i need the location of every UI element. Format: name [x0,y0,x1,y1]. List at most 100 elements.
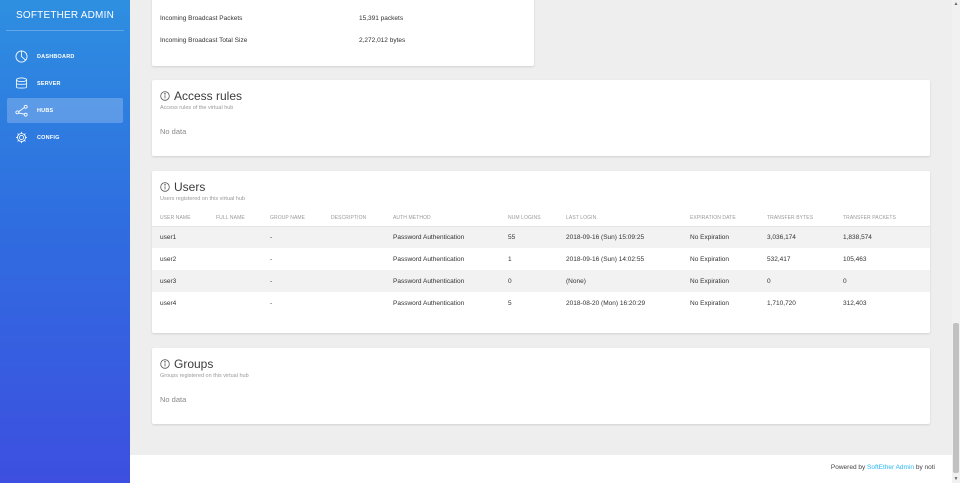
cell [208,292,262,314]
cell: 1 [508,255,512,263]
access-rules-title: Access rules [174,89,243,103]
info-icon [160,182,170,192]
groups-empty: No data [160,395,187,404]
access-rules-empty: No data [160,127,187,136]
share-icon [15,104,28,117]
sidebar-item-label: HUBS [37,107,54,114]
sidebar-item-hubs[interactable]: HUBS [7,98,123,123]
col-header[interactable]: EXPIRATION DATE [682,211,759,227]
table-row[interactable]: user1 - Password Authentication 55 2018-… [152,226,930,248]
cell: Password Authentication [385,226,500,248]
col-header[interactable]: NUM LOGINS [500,211,558,227]
users-table-header: USER NAME FULL NAME GROUP NAME DESCRIPTI… [152,211,930,227]
users-subtitle: Users registered on this virtual hub [160,196,245,202]
cell: 2018-08-20 (Mon) 16:20:29 [566,299,646,307]
col-header[interactable]: TRANSFER BYTES [759,211,835,227]
cell: 2018-09-16 (Sun) 14:02:55 [566,255,645,263]
col-header[interactable]: GROUP NAME [262,211,323,227]
stat-key: Incoming Broadcast Packets [160,14,243,22]
access-rules-subtitle: Access rules of the virtual hub [160,105,234,111]
cell: No Expiration [690,255,730,263]
cell: 0 [835,270,930,292]
sidebar: SOFTETHER ADMIN DASHBOARD SERVER HUBS CO… [0,0,130,483]
cell: No Expiration [682,226,759,248]
users-table: USER NAME FULL NAME GROUP NAME DESCRIPTI… [152,211,930,314]
card-title: Users [160,180,922,194]
database-icon [15,77,28,89]
cell: No Expiration [682,270,759,292]
stat-value: 15,391 packets [359,14,404,22]
col-header[interactable]: USER NAME [152,211,208,227]
cell: 1,710,720 [767,299,796,307]
access-rules-card: Access rules Access rules of the virtual… [152,80,930,156]
cell: 3,036,174 [759,226,835,248]
cell: - [262,226,323,248]
main-content: Incoming Broadcast Packets 15,391 packet… [130,0,952,455]
cell: Password Authentication [393,255,465,263]
sidebar-item-label: SERVER [37,80,61,87]
table-row[interactable]: user3 - Password Authentication 0 (None)… [152,270,930,292]
pie-chart-icon [15,50,28,63]
scroll-down-icon[interactable]: ▼ [952,475,960,483]
cell [208,248,262,270]
cell: (None) [558,270,682,292]
cell: user1 [152,226,208,248]
cell: 2018-09-16 (Sun) 15:09:25 [558,226,682,248]
footer: Powered by SoftEther Admin by noti [130,455,952,483]
col-header[interactable]: DESCRIPTION [323,211,385,227]
card-title: Groups [160,357,922,371]
cell: user4 [160,299,177,307]
cell [323,270,385,292]
sidebar-nav: DASHBOARD SERVER HUBS CONFIG [0,44,130,150]
cell [208,226,262,248]
footer-link[interactable]: SoftEther Admin [867,464,914,471]
sidebar-item-label: CONFIG [37,134,60,141]
brand-title[interactable]: SOFTETHER ADMIN [6,0,124,31]
scroll-up-icon[interactable]: ▲ [952,0,960,8]
info-icon [160,359,170,369]
cell [323,248,385,270]
cell: 0 [500,270,558,292]
sidebar-item-config[interactable]: CONFIG [7,125,123,150]
cell: - [262,270,323,292]
hub-stats-card: Incoming Broadcast Packets 15,391 packet… [152,0,534,66]
card-title: Access rules [160,89,922,103]
footer-suffix: by noti [914,464,935,471]
cell: - [270,255,273,263]
table-row[interactable]: user2 - Password Authentication 1 2018-0… [152,248,930,270]
groups-card: Groups Groups registered on this virtual… [152,348,930,424]
cell: 532,417 [767,255,791,263]
cell: 5 [508,299,512,307]
scroll-thumb[interactable] [953,323,959,473]
cell [208,270,262,292]
col-header[interactable]: AUTH METHOD [385,211,500,227]
sidebar-item-label: DASHBOARD [37,53,75,60]
cell: Password Authentication [393,299,465,307]
groups-title: Groups [174,357,214,371]
cell: user3 [152,270,208,292]
stat-key: Incoming Broadcast Total Size [160,36,248,44]
table-row[interactable]: user4 - Password Authentication 5 2018-0… [152,292,930,314]
stat-row: Incoming Broadcast Packets 15,391 packet… [152,7,534,29]
sidebar-item-server[interactable]: SERVER [7,71,123,96]
info-icon [160,91,170,101]
cell: 0 [759,270,835,292]
col-header[interactable]: LAST LOGIN [558,211,682,227]
groups-subtitle: Groups registered on this virtual hub [160,373,249,379]
stat-value: 2,272,012 bytes [359,36,406,44]
page-scrollbar[interactable]: ▲ ▼ [952,0,960,483]
cell: 312,403 [843,299,867,307]
col-header[interactable]: FULL NAME [208,211,262,227]
cell: 1,838,574 [835,226,930,248]
sidebar-item-dashboard[interactable]: DASHBOARD [7,44,123,69]
cell: Password Authentication [385,270,500,292]
cell [323,226,385,248]
gear-icon [15,131,28,144]
cell: user2 [160,255,177,263]
cell [323,292,385,314]
cell: 55 [500,226,558,248]
cell: - [270,299,273,307]
footer-prefix: Powered by [830,464,868,471]
stat-row: Incoming Broadcast Total Size 2,272,012 … [152,29,534,51]
col-header[interactable]: TRANSFER PACKETS [835,211,930,227]
